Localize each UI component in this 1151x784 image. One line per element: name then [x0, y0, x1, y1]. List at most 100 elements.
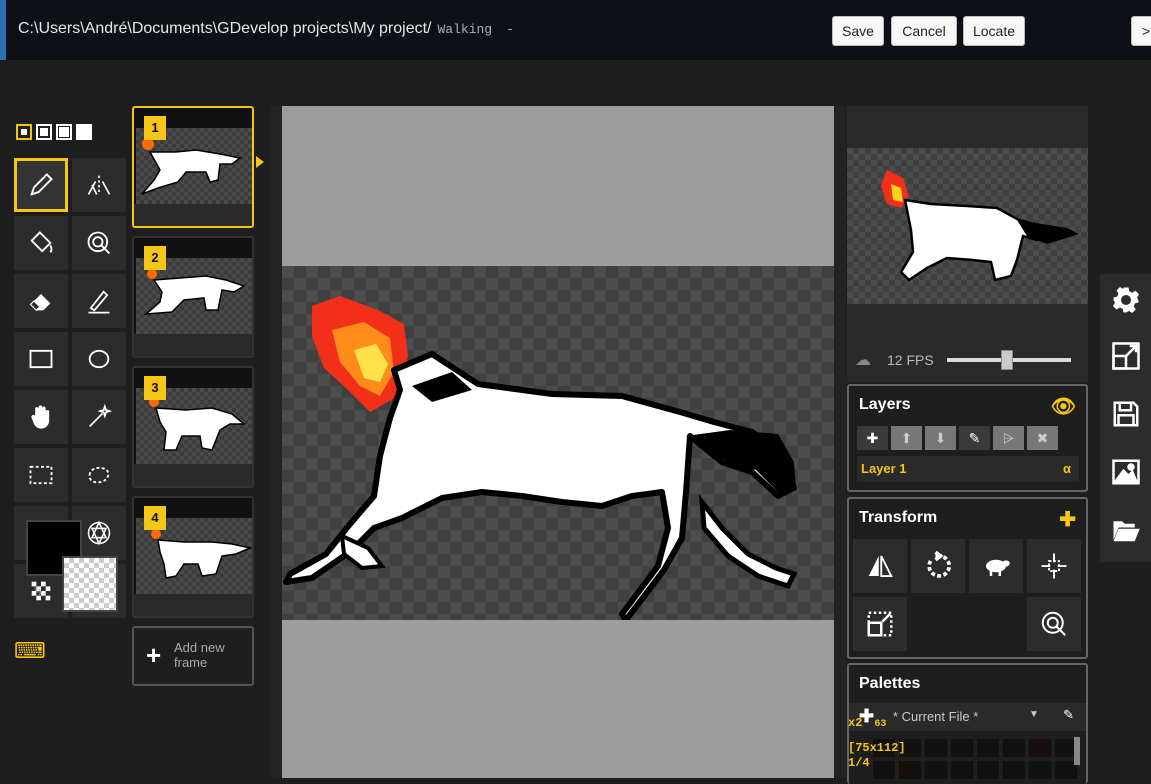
fire	[312, 296, 408, 412]
frame-number: 3	[144, 376, 166, 400]
merge-layer-button[interactable]: ⩥	[993, 426, 1024, 450]
paint-all-similar-tool-button[interactable]	[72, 216, 126, 270]
canvas-background[interactable]	[282, 106, 834, 778]
arrow-down-icon: ⬇	[934, 429, 947, 446]
animation-preview[interactable]	[847, 148, 1088, 304]
palette-swatch[interactable]	[977, 761, 999, 779]
layers-panel: Layers 👁 ✚ ⬆ ⬇ ✎ ⩥ ✖ Layer 1 α	[847, 384, 1088, 492]
plus-icon[interactable]: ✚	[1059, 507, 1076, 532]
add-frame-label-1: Add new	[174, 640, 225, 655]
horse-sprite	[283, 296, 798, 623]
rectangle-select-tool-button[interactable]	[14, 448, 68, 502]
fps-slider-handle[interactable]	[1000, 350, 1013, 370]
palette-swatch[interactable]	[1029, 761, 1051, 779]
drawing-canvas[interactable]	[282, 266, 834, 623]
paint-bucket-tool-button[interactable]	[14, 216, 68, 270]
frame-number: 1	[144, 116, 166, 140]
flip-button[interactable]	[853, 539, 907, 593]
palette-swatch[interactable]	[951, 761, 973, 779]
clone-button[interactable]	[969, 539, 1023, 593]
import-image-button[interactable]	[1108, 454, 1144, 490]
circle-tool-button[interactable]	[72, 332, 126, 386]
settings-button[interactable]	[1108, 282, 1144, 318]
keyboard-shortcuts-icon[interactable]: ⌨	[14, 638, 46, 664]
paint-all-similar-icon	[87, 231, 111, 255]
frame-number: 2	[144, 246, 166, 270]
layer-alpha[interactable]: α	[1063, 456, 1071, 482]
palette-swatch[interactable]	[899, 761, 921, 779]
rotate-button[interactable]	[911, 539, 965, 593]
swap-colors-icon[interactable]: ⤷	[34, 582, 43, 600]
pen-size-3[interactable]	[56, 124, 72, 140]
palette-swatch[interactable]	[873, 761, 895, 779]
paint-all-similar-icon	[1041, 611, 1066, 636]
settings-toolbar	[1100, 274, 1151, 562]
palette-swatch[interactable]	[925, 761, 947, 779]
hand-tool-button[interactable]	[14, 390, 68, 444]
save-file-button[interactable]	[1108, 396, 1144, 432]
layer-name: Layer 1	[861, 461, 907, 476]
eye-icon[interactable]: 👁	[1051, 394, 1076, 419]
save-button[interactable]: Save	[832, 16, 884, 46]
move-layer-up-button[interactable]: ⬆	[891, 426, 922, 450]
add-new-frame-button[interactable]: + Add new frame	[132, 626, 254, 686]
locate-button[interactable]: Locate	[963, 16, 1025, 46]
add-layer-button[interactable]: ✚	[857, 426, 888, 450]
eraser-tool-button[interactable]	[14, 274, 68, 328]
close-icon: ✖	[1036, 429, 1049, 446]
palette-swatch[interactable]	[977, 739, 999, 757]
center-target-button[interactable]	[1027, 597, 1081, 651]
magic-wand-icon	[89, 403, 113, 427]
palette-swatch[interactable]	[1029, 739, 1051, 757]
palette-swatch[interactable]	[925, 739, 947, 757]
vertical-mirror-pen-icon	[87, 175, 111, 195]
pen-size-2[interactable]	[36, 124, 52, 140]
pen-size-4[interactable]	[76, 124, 92, 140]
rectangle-tool-button[interactable]	[14, 332, 68, 386]
cancel-button[interactable]: Cancel	[891, 16, 957, 46]
pen-size-1[interactable]	[16, 124, 32, 140]
image-icon	[1112, 459, 1140, 485]
frame-3[interactable]: 3	[132, 366, 254, 488]
selection-size: [75x112]	[848, 741, 906, 755]
transform-panel: Transform ✚	[847, 497, 1088, 659]
more-button[interactable]: >	[1131, 16, 1151, 46]
delete-layer-button[interactable]: ✖	[1027, 426, 1058, 450]
frame-number: 4	[144, 506, 166, 530]
layer-item[interactable]: Layer 1 α	[857, 456, 1079, 482]
secondary-color-swatch[interactable]	[62, 556, 118, 612]
center-icon	[1041, 553, 1067, 579]
magic-wand-tool-button[interactable]	[72, 390, 126, 444]
frame-1[interactable]: 1	[132, 106, 254, 228]
resize-button[interactable]	[1108, 338, 1144, 374]
plus-icon: +	[146, 640, 162, 670]
onion-skin-icon[interactable]: ☁	[855, 350, 875, 370]
folder-open-icon	[1113, 521, 1140, 542]
move-layer-down-button[interactable]: ⬇	[925, 426, 956, 450]
palette-scrollbar[interactable]	[1074, 737, 1080, 765]
plus-icon: ✚	[866, 429, 879, 446]
rectangle-icon	[29, 349, 53, 369]
edit-layer-button[interactable]: ✎	[959, 426, 990, 450]
palette-swatch[interactable]	[1003, 739, 1025, 757]
palette-swatch[interactable]	[1003, 761, 1025, 779]
pen-tool-button[interactable]	[14, 158, 68, 212]
stroke-tool-button[interactable]	[72, 274, 126, 328]
rotate-icon	[927, 551, 952, 578]
palette-swatch[interactable]	[951, 739, 973, 757]
fps-slider[interactable]	[947, 350, 1071, 370]
frame-2[interactable]: 2	[132, 236, 254, 358]
pen-size-picker	[16, 124, 92, 140]
circle-icon	[88, 349, 110, 369]
align-button[interactable]	[1027, 539, 1081, 593]
lasso-select-icon	[88, 466, 110, 484]
open-file-button[interactable]	[1108, 512, 1144, 548]
chevron-down-icon[interactable]: ▼	[1029, 709, 1039, 720]
crop-button[interactable]	[853, 597, 907, 651]
lasso-select-tool-button[interactable]	[72, 448, 126, 502]
selected-frame-arrow-icon	[256, 156, 264, 168]
mirror-pen-tool-button[interactable]	[72, 158, 126, 212]
frame-4[interactable]: 4	[132, 496, 254, 618]
pencil-icon[interactable]: ✎	[1063, 707, 1074, 723]
frame-counter: 1/4	[848, 756, 870, 770]
